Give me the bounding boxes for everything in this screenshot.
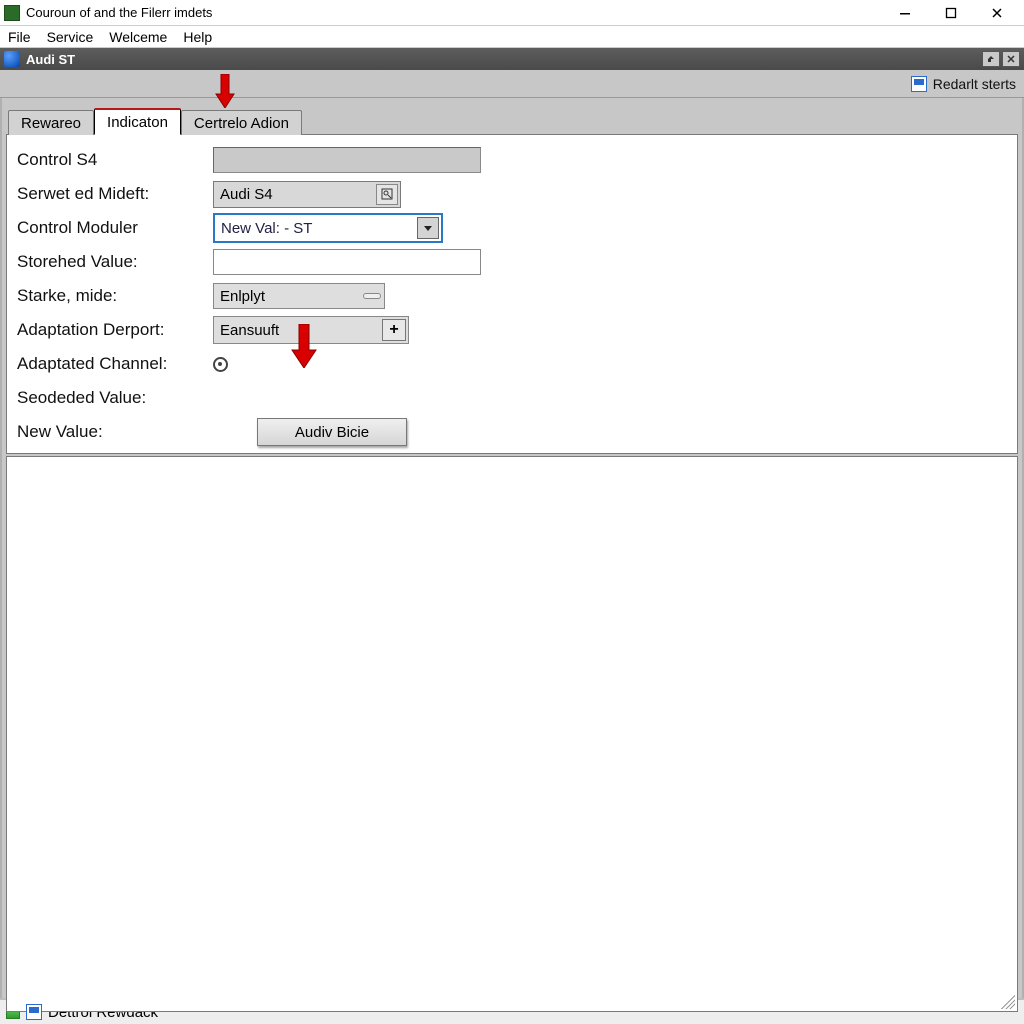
toolbar-strip: Redarlt sterts <box>0 70 1024 98</box>
default-sheets-icon <box>911 76 927 92</box>
radio-adaptated-channel[interactable] <box>213 357 228 372</box>
label-adaptation-derport: Adaptation Derport: <box>17 320 213 340</box>
label-starke-mide: Starke, mide: <box>17 286 213 306</box>
menu-help[interactable]: Help <box>177 27 222 47</box>
value-control-moduler: New Val: - ST <box>221 220 312 237</box>
resize-grip-icon[interactable] <box>1001 995 1015 1009</box>
label-serwet-mideft: Serwet ed Mideft: <box>17 184 213 204</box>
field-storehed-value[interactable] <box>213 249 481 275</box>
pill-icon <box>363 293 381 299</box>
inner-app-icon <box>4 51 20 67</box>
field-starke-mide[interactable]: Enlplyt <box>213 283 385 309</box>
results-panel <box>6 456 1018 1012</box>
tabs-row: Rewareo Indicaton Certrelo Adion <box>2 98 1022 134</box>
default-sheets-link[interactable]: Redarlt sterts <box>933 76 1016 92</box>
action-button-audiv[interactable]: Audiv Bicie <box>257 418 407 446</box>
menu-welcome[interactable]: Welceme <box>103 27 177 47</box>
tab-rewareo[interactable]: Rewareo <box>8 110 94 135</box>
label-seodeded-value: Seodeded Value: <box>17 388 213 408</box>
minimize-button[interactable] <box>882 0 928 26</box>
inner-window-title: Audi ST <box>26 52 75 67</box>
label-new-value: New Value: <box>17 422 213 442</box>
window-title: Couroun of and the Filerr imdets <box>26 5 882 20</box>
client-area: Rewareo Indicaton Certrelo Adion Control… <box>0 98 1024 998</box>
inner-titlebar: Audi ST <box>0 48 1024 70</box>
label-adaptated-channel: Adaptated Channel: <box>17 354 213 374</box>
close-button[interactable] <box>974 0 1020 26</box>
chevron-down-icon[interactable] <box>417 217 439 239</box>
field-serwet-mideft[interactable]: Audi S4 <box>213 181 401 208</box>
menu-file[interactable]: File <box>2 27 41 47</box>
window-controls <box>882 0 1020 26</box>
value-adaptation-derport: Eansuuft <box>220 322 279 339</box>
value-starke-mide: Enlplyt <box>220 288 265 305</box>
maximize-button[interactable] <box>928 0 974 26</box>
app-icon <box>4 5 20 21</box>
inner-restore-button[interactable] <box>982 51 1000 67</box>
window-titlebar: Couroun of and the Filerr imdets <box>0 0 1024 26</box>
value-serwet-mideft: Audi S4 <box>220 186 273 203</box>
field-control-s4 <box>213 147 481 173</box>
menu-service[interactable]: Service <box>41 27 104 47</box>
plus-icon[interactable]: + <box>382 319 406 341</box>
label-storehed-value: Storehed Value: <box>17 252 213 272</box>
label-control-s4: Control S4 <box>17 150 213 170</box>
tab-certrelo-adion[interactable]: Certrelo Adion <box>181 110 302 135</box>
field-control-moduler[interactable]: New Val: - ST <box>213 213 443 243</box>
form-region: Control S4 Serwet ed Mideft: Audi S4 Con… <box>6 134 1018 454</box>
lookup-icon[interactable] <box>376 184 398 205</box>
inner-close-button[interactable] <box>1002 51 1020 67</box>
status-doc-icon <box>26 1004 42 1020</box>
field-adaptation-derport[interactable]: Eansuuft + <box>213 316 409 344</box>
tab-indicaton[interactable]: Indicaton <box>94 108 181 135</box>
label-control-moduler: Control Moduler <box>17 218 213 238</box>
menu-bar: File Service Welceme Help <box>0 26 1024 48</box>
